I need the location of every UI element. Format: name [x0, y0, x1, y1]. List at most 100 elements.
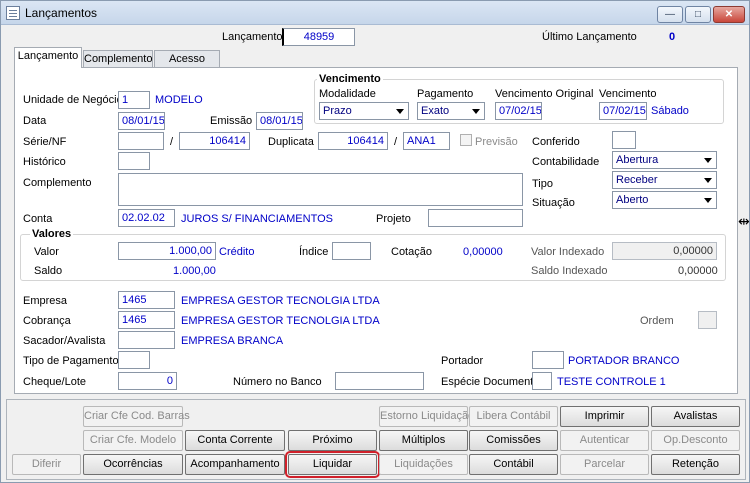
cheque-lote-label: Cheque/Lote [23, 376, 86, 388]
acompanhamento-button[interactable]: Acompanhamento [185, 454, 285, 475]
close-button[interactable]: ✕ [713, 6, 745, 23]
liquidar-button[interactable]: Liquidar [285, 451, 380, 478]
tipo-select[interactable]: Receber [612, 171, 717, 189]
saldo-value: 1.000,00 [173, 265, 216, 277]
diferir-button[interactable]: Diferir [12, 454, 81, 475]
criar-modelo-button[interactable]: Criar Cfe. Modelo [83, 430, 183, 451]
tab-lancamento[interactable]: Lançamento [14, 47, 82, 68]
data-field[interactable]: 08/01/15 [118, 112, 165, 130]
lancamento-label: Lançamento [222, 31, 283, 43]
duplicata-separator: / [394, 136, 398, 148]
libera-contabil-button[interactable]: Libera Contábil [469, 406, 558, 427]
situacao-value: Aberto [616, 194, 649, 206]
saldo-indexado-label: Saldo Indexado [531, 265, 608, 277]
ordem-field [698, 311, 717, 329]
pagamento-select[interactable]: Exato [417, 102, 485, 120]
tipo-label: Tipo [532, 178, 553, 190]
valor-indexado-label: Valor Indexado [531, 246, 605, 258]
conta-corrente-button[interactable]: Conta Corrente [185, 430, 285, 451]
lancamento-number-field[interactable]: 48959 [282, 28, 355, 46]
ultimo-lancamento-label: Último Lançamento [542, 31, 637, 43]
previsao-checkbox[interactable] [460, 134, 472, 146]
historico-label: Histórico [23, 156, 66, 168]
cotacao-label: Cotação [391, 246, 432, 258]
unidade-code-field[interactable]: 1 [118, 91, 150, 109]
cobranca-code-field[interactable]: 1465 [118, 311, 175, 329]
numero-banco-field[interactable] [335, 372, 424, 390]
criar-cod-barras-button[interactable]: Criar Cfe Cod. Barras [83, 406, 190, 427]
app-icon [6, 6, 20, 20]
autenticar-button[interactable]: Autenticar [560, 430, 649, 451]
especie-name: TESTE CONTROLE 1 [557, 376, 666, 388]
cheque-lote-field[interactable]: 0 [118, 372, 177, 390]
conferido-label: Conferido [532, 136, 580, 148]
multiplos-button[interactable]: Múltiplos [379, 430, 468, 451]
vencimento-original-field[interactable]: 07/02/15 [495, 102, 542, 120]
cotacao-value: 0,00000 [463, 246, 503, 258]
valores-group-title: Valores [30, 228, 74, 240]
imprimir-button[interactable]: Imprimir [560, 406, 649, 427]
pagamento-value: Exato [421, 105, 450, 117]
conta-name: JUROS S/ FINANCIAMENTOS [181, 213, 333, 225]
vencimento-field[interactable]: 07/02/15 [599, 102, 647, 120]
complemento-textarea[interactable] [118, 173, 523, 206]
estorno-liquidacao-button[interactable]: Estorno Liquidação [379, 406, 474, 427]
empresa-label: Empresa [23, 295, 68, 307]
chevron-down-icon [472, 109, 480, 114]
chevron-down-icon [704, 158, 712, 163]
retencao-button[interactable]: Retenção [651, 454, 740, 475]
historico-field[interactable] [118, 152, 150, 170]
duplicata-suffix-field[interactable]: ANA1 [403, 132, 450, 150]
especie-documento-label: Espécie Documento [441, 376, 540, 388]
situacao-select[interactable]: Aberto [612, 191, 717, 209]
projeto-field[interactable] [428, 209, 523, 227]
lancamentos-window: Lançamentos — □ ✕ Lançamento 48959 Últim… [0, 0, 750, 483]
tipo-pagamento-label: Tipo de Pagamento [23, 355, 119, 367]
parcelar-button[interactable]: Parcelar [560, 454, 649, 475]
contabil-button[interactable]: Contábil [469, 454, 558, 475]
resize-cursor-icon: ⇹ [738, 213, 750, 229]
liquidacoes-button[interactable]: Liquidações [379, 454, 468, 475]
portador-name: PORTADOR BRANCO [568, 355, 680, 367]
modalidade-value: Prazo [323, 105, 352, 117]
contabilidade-select[interactable]: Abertura [612, 151, 717, 169]
numero-banco-label: Número no Banco [233, 376, 322, 388]
cobranca-label: Cobrança [23, 315, 71, 327]
avalistas-button[interactable]: Avalistas [651, 406, 740, 427]
complemento-label: Complemento [23, 177, 92, 189]
conta-label: Conta [23, 213, 53, 225]
dia-semana-text: Sábado [651, 105, 689, 117]
saldo-indexado-value: 0,00000 [678, 265, 718, 277]
situacao-label: Situação [532, 197, 575, 209]
tab-acesso[interactable]: Acesso [154, 50, 220, 68]
valor-field[interactable]: 1.000,00 [118, 242, 216, 260]
duplicata-label: Duplicata [268, 136, 314, 148]
sacador-code-field[interactable] [118, 331, 175, 349]
modalidade-select[interactable]: Prazo [319, 102, 409, 120]
ocorrencias-button[interactable]: Ocorrências [83, 454, 183, 475]
indice-field[interactable] [332, 242, 371, 260]
chevron-down-icon [704, 178, 712, 183]
comissoes-button[interactable]: Comissões [469, 430, 558, 451]
emissao-field[interactable]: 08/01/15 [256, 112, 303, 130]
serie-field[interactable] [118, 132, 164, 150]
duplicata-field[interactable]: 106414 [318, 132, 388, 150]
conta-field[interactable]: 02.02.02 [118, 209, 175, 227]
contabilidade-value: Abertura [616, 154, 659, 166]
window-title: Lançamentos [25, 6, 98, 20]
op-desconto-button[interactable]: Op.Desconto [651, 430, 740, 451]
proximo-button[interactable]: Próximo [288, 430, 377, 451]
empresa-code-field[interactable]: 1465 [118, 291, 175, 309]
pagamento-label: Pagamento [417, 88, 474, 100]
especie-code-field[interactable] [532, 372, 552, 390]
serie-nf-label: Série/NF [23, 136, 67, 148]
nf-field[interactable]: 106414 [179, 132, 250, 150]
conferido-field[interactable] [612, 131, 636, 149]
portador-code-field[interactable] [532, 351, 564, 369]
tab-complemento[interactable]: Complemento [83, 50, 153, 68]
tipo-pagamento-field[interactable] [118, 351, 150, 369]
indice-label: Índice [299, 246, 329, 258]
maximize-button[interactable]: □ [685, 6, 711, 23]
emissao-label: Emissão [210, 115, 253, 127]
minimize-button[interactable]: — [657, 6, 683, 23]
